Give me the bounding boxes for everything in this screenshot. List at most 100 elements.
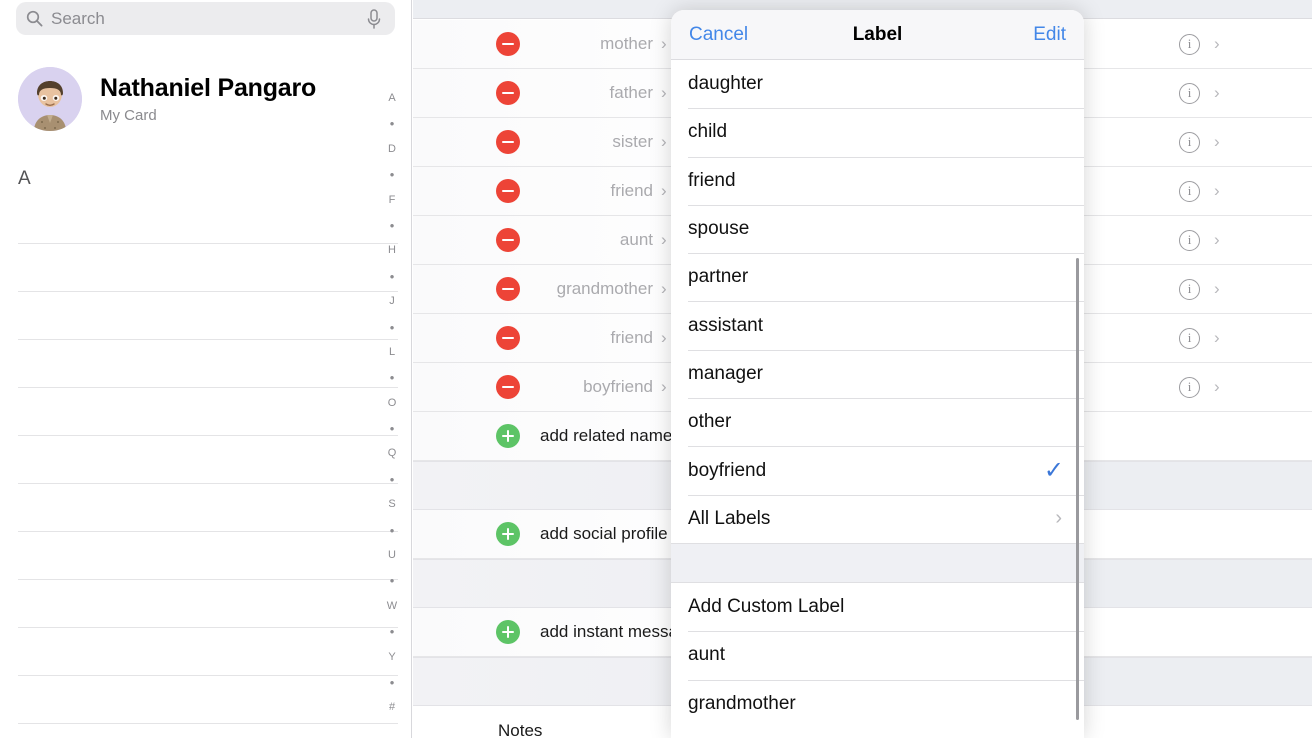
index-letter-#[interactable]: # [389,695,395,720]
index-letter-dot-7[interactable]: • [390,264,395,289]
contact-list-item[interactable] [18,244,398,292]
my-card-row[interactable]: Nathaniel Pangaro My Card [18,64,398,134]
chevron-right-icon[interactable]: › [1214,132,1220,152]
index-letter-dot-9[interactable]: • [390,315,395,340]
info-circle-icon[interactable]: i [1179,82,1200,104]
custom-label-row[interactable]: aunt [671,631,1084,680]
label-option-row[interactable]: daughter [671,60,1084,109]
label-option-row[interactable]: boyfriend ✓ [671,446,1084,495]
contact-list-item[interactable] [18,580,398,628]
index-letter-dot-5[interactable]: • [390,213,395,238]
info-circle-icon[interactable]: i [1179,376,1200,398]
chevron-right-icon[interactable]: › [1214,328,1220,348]
label-option-row[interactable]: friend [671,156,1084,205]
related-name-label[interactable]: friend [553,328,653,348]
microphone-icon[interactable] [365,8,383,30]
index-letter-F[interactable]: F [389,188,396,213]
label-option-row[interactable]: assistant [671,301,1084,350]
index-letter-dot-21[interactable]: • [390,619,395,644]
info-circle-icon[interactable]: i [1179,229,1200,251]
related-name-label[interactable]: mother [553,34,653,54]
label-chevron-icon[interactable]: › [661,34,667,54]
custom-label-row[interactable]: grandmother [671,679,1084,728]
edit-button[interactable]: Edit [1033,24,1066,46]
add-custom-label-row[interactable]: Add Custom Label [671,582,1084,632]
minus-circle-icon[interactable] [496,375,520,399]
index-letter-D[interactable]: D [388,137,396,162]
index-letter-Q[interactable]: Q [388,441,397,466]
index-letter-Y[interactable]: Y [388,645,395,670]
info-circle-icon[interactable]: i [1179,131,1200,153]
related-name-label[interactable]: father [553,83,653,103]
contact-list-item[interactable] [18,196,398,244]
contact-list-item[interactable] [18,676,398,724]
minus-circle-icon[interactable] [496,130,520,154]
index-letter-dot-1[interactable]: • [390,111,395,136]
label-chevron-icon[interactable]: › [661,328,667,348]
label-option-row[interactable]: child [671,108,1084,157]
contact-list-item[interactable] [18,484,398,532]
minus-circle-icon[interactable] [496,179,520,203]
index-letter-dot-11[interactable]: • [390,365,395,390]
label-chevron-icon[interactable]: › [661,132,667,152]
index-letter-L[interactable]: L [389,340,395,365]
add-related-name-label[interactable]: add related name [540,426,672,446]
index-letter-A[interactable]: A [388,86,395,111]
chevron-right-icon[interactable]: › [1214,230,1220,250]
label-chevron-icon[interactable]: › [661,83,667,103]
index-letter-O[interactable]: O [388,391,397,416]
contact-list-item[interactable] [18,628,398,676]
info-circle-icon[interactable]: i [1179,33,1200,55]
index-letter-J[interactable]: J [389,289,395,314]
contact-list-item[interactable] [18,436,398,484]
add-social-profile-label[interactable]: add social profile [540,524,668,544]
index-letter-H[interactable]: H [388,238,396,263]
label-option-row[interactable]: partner [671,253,1084,302]
index-letter-dot-17[interactable]: • [390,518,395,543]
index-letter-S[interactable]: S [388,492,395,517]
index-letter-dot-23[interactable]: • [390,670,395,695]
related-name-label[interactable]: aunt [553,230,653,250]
label-chevron-icon[interactable]: › [661,377,667,397]
related-name-label[interactable]: grandmother [553,279,653,299]
label-option-row[interactable]: spouse [671,204,1084,254]
info-circle-icon[interactable]: i [1179,278,1200,300]
info-circle-icon[interactable]: i [1179,180,1200,202]
minus-circle-icon[interactable] [496,228,520,252]
index-letter-dot-15[interactable]: • [390,467,395,492]
plus-circle-icon[interactable] [496,620,520,644]
search-input[interactable] [43,8,365,29]
index-letter-dot-19[interactable]: • [390,568,395,593]
contact-list-item[interactable] [18,532,398,580]
related-name-label[interactable]: boyfriend [553,377,653,397]
contact-list-item[interactable] [18,292,398,340]
chevron-right-icon[interactable]: › [1214,34,1220,54]
index-letter-U[interactable]: U [388,543,396,568]
minus-circle-icon[interactable] [496,326,520,350]
index-letter-dot-3[interactable]: • [390,162,395,187]
chevron-right-icon[interactable]: › [1214,83,1220,103]
all-labels-row[interactable]: All Labels › [671,494,1084,543]
index-letter-dot-13[interactable]: • [390,416,395,441]
minus-circle-icon[interactable] [496,81,520,105]
plus-circle-icon[interactable] [496,424,520,448]
modal-scrollbar[interactable] [1076,258,1079,720]
index-letter-W[interactable]: W [387,594,397,619]
chevron-right-icon[interactable]: › [1214,181,1220,201]
chevron-right-icon[interactable]: › [1055,507,1062,530]
search-bar[interactable] [16,2,395,35]
contact-list-item[interactable] [18,340,398,388]
chevron-right-icon[interactable]: › [1214,279,1220,299]
alphabet-index-strip[interactable]: A • D • F • H • J • L • O • Q • S • U • W • Y • # [381,86,403,721]
info-circle-icon[interactable]: i [1179,327,1200,349]
related-name-label[interactable]: friend [553,181,653,201]
chevron-right-icon[interactable]: › [1214,377,1220,397]
label-chevron-icon[interactable]: › [661,181,667,201]
minus-circle-icon[interactable] [496,32,520,56]
related-name-label[interactable]: sister [553,132,653,152]
label-chevron-icon[interactable]: › [661,279,667,299]
minus-circle-icon[interactable] [496,277,520,301]
label-option-row[interactable]: other [671,398,1084,447]
label-option-row[interactable]: manager [671,349,1084,399]
contact-list-item[interactable] [18,388,398,436]
